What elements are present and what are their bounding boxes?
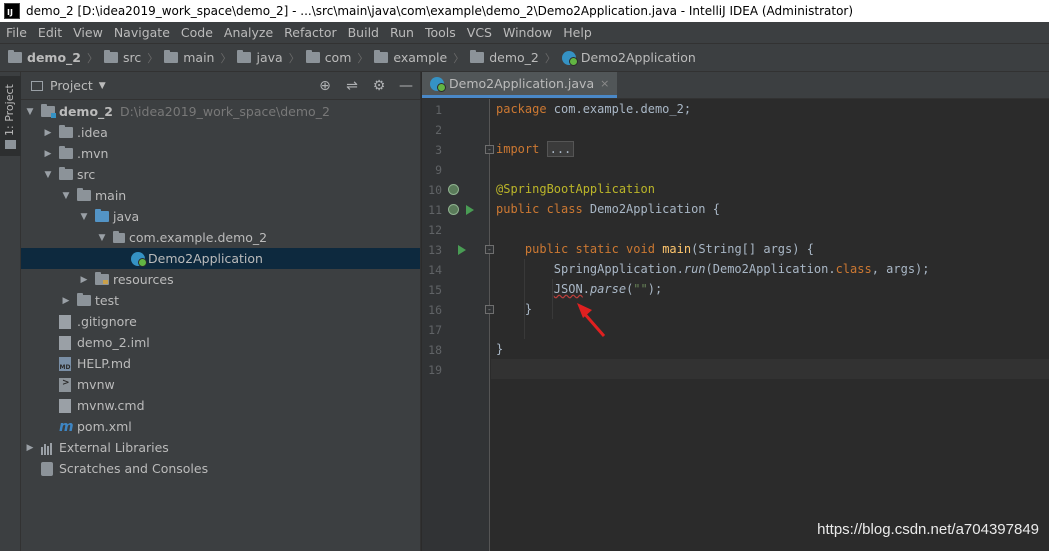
annotation-arrow [577, 303, 606, 337]
arrow-shaft [581, 311, 606, 337]
arrow-head [577, 303, 592, 318]
watermark: https://blog.csdn.net/a704397849 [817, 521, 1039, 538]
